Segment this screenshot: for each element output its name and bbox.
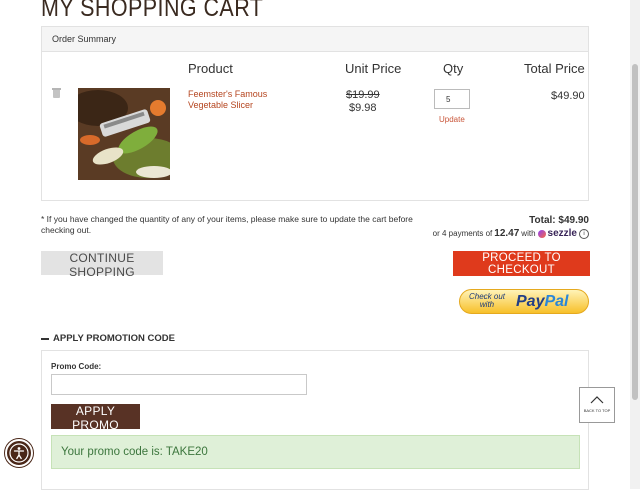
quantity-update-note: * If you have changed the quantity of an…	[41, 214, 413, 235]
promo-code-label: Promo Code:	[51, 362, 102, 371]
total-value: $49.90	[558, 215, 589, 226]
page-title: MY SHOPPING CART	[41, 0, 264, 22]
promo-code-input[interactable]	[51, 374, 307, 395]
scrollbar-thumb[interactable]	[632, 64, 638, 400]
sezzle-installments: or 4 payments of 12.47 with sezzle i	[433, 228, 589, 239]
paypal-checkout-caption: Check out with	[469, 293, 505, 309]
sezzle-logo-icon	[537, 229, 546, 238]
column-header-unit-price: Unit Price	[345, 61, 402, 76]
column-header-total-price: Total Price	[524, 61, 585, 76]
promo-toggle-label: APPLY PROMOTION CODE	[53, 333, 175, 344]
cart-total: Total: $49.90	[529, 215, 589, 226]
accessibility-button[interactable]	[5, 439, 33, 467]
trash-icon[interactable]	[52, 88, 61, 98]
line-total-price: $49.90	[551, 90, 585, 102]
product-image[interactable]	[78, 88, 170, 180]
accessibility-icon	[9, 443, 29, 463]
sezzle-with: with	[521, 229, 536, 238]
update-quantity-link[interactable]: Update	[439, 115, 465, 124]
paypal-caption-line2: with	[479, 300, 495, 309]
vegetable-slicer-image	[78, 88, 170, 180]
column-header-product: Product	[188, 61, 233, 76]
sezzle-prefix: or 4 payments of	[432, 229, 493, 238]
paypal-logo-pal: Pal	[544, 293, 569, 310]
quantity-input[interactable]	[434, 89, 470, 109]
minus-icon	[41, 337, 49, 340]
paypal-logo-pay: Pay	[516, 293, 545, 310]
total-label: Total:	[529, 215, 556, 226]
paypal-logo: PayPal	[516, 293, 568, 311]
order-summary-heading: Order Summary	[42, 27, 588, 52]
promo-success-message: Your promo code is: TAKE20	[51, 435, 580, 469]
proceed-to-checkout-button[interactable]: PROCEED TO CHECKOUT	[453, 251, 590, 276]
back-to-top-label: BACK TO TOP	[583, 408, 611, 413]
paypal-checkout-button[interactable]: Check out with PayPal	[459, 289, 589, 314]
sale-unit-price: $9.98	[349, 102, 377, 114]
continue-shopping-button[interactable]: CONTINUE SHOPPING	[41, 251, 163, 279]
info-icon[interactable]: i	[579, 228, 589, 239]
back-to-top-button[interactable]: BACK TO TOP	[579, 387, 615, 423]
sezzle-amount: 12.47	[494, 228, 520, 239]
apply-promo-button[interactable]: APPLY PROMO	[51, 404, 140, 432]
product-link[interactable]: Feemster's Famous Vegetable Slicer	[188, 89, 308, 111]
column-header-qty: Qty	[443, 61, 464, 76]
chevron-up-icon	[590, 396, 604, 404]
promo-section-toggle[interactable]: APPLY PROMOTION CODE	[41, 333, 175, 344]
original-unit-price: $19.99	[346, 89, 380, 101]
sezzle-logo-text: sezzle	[547, 228, 577, 239]
